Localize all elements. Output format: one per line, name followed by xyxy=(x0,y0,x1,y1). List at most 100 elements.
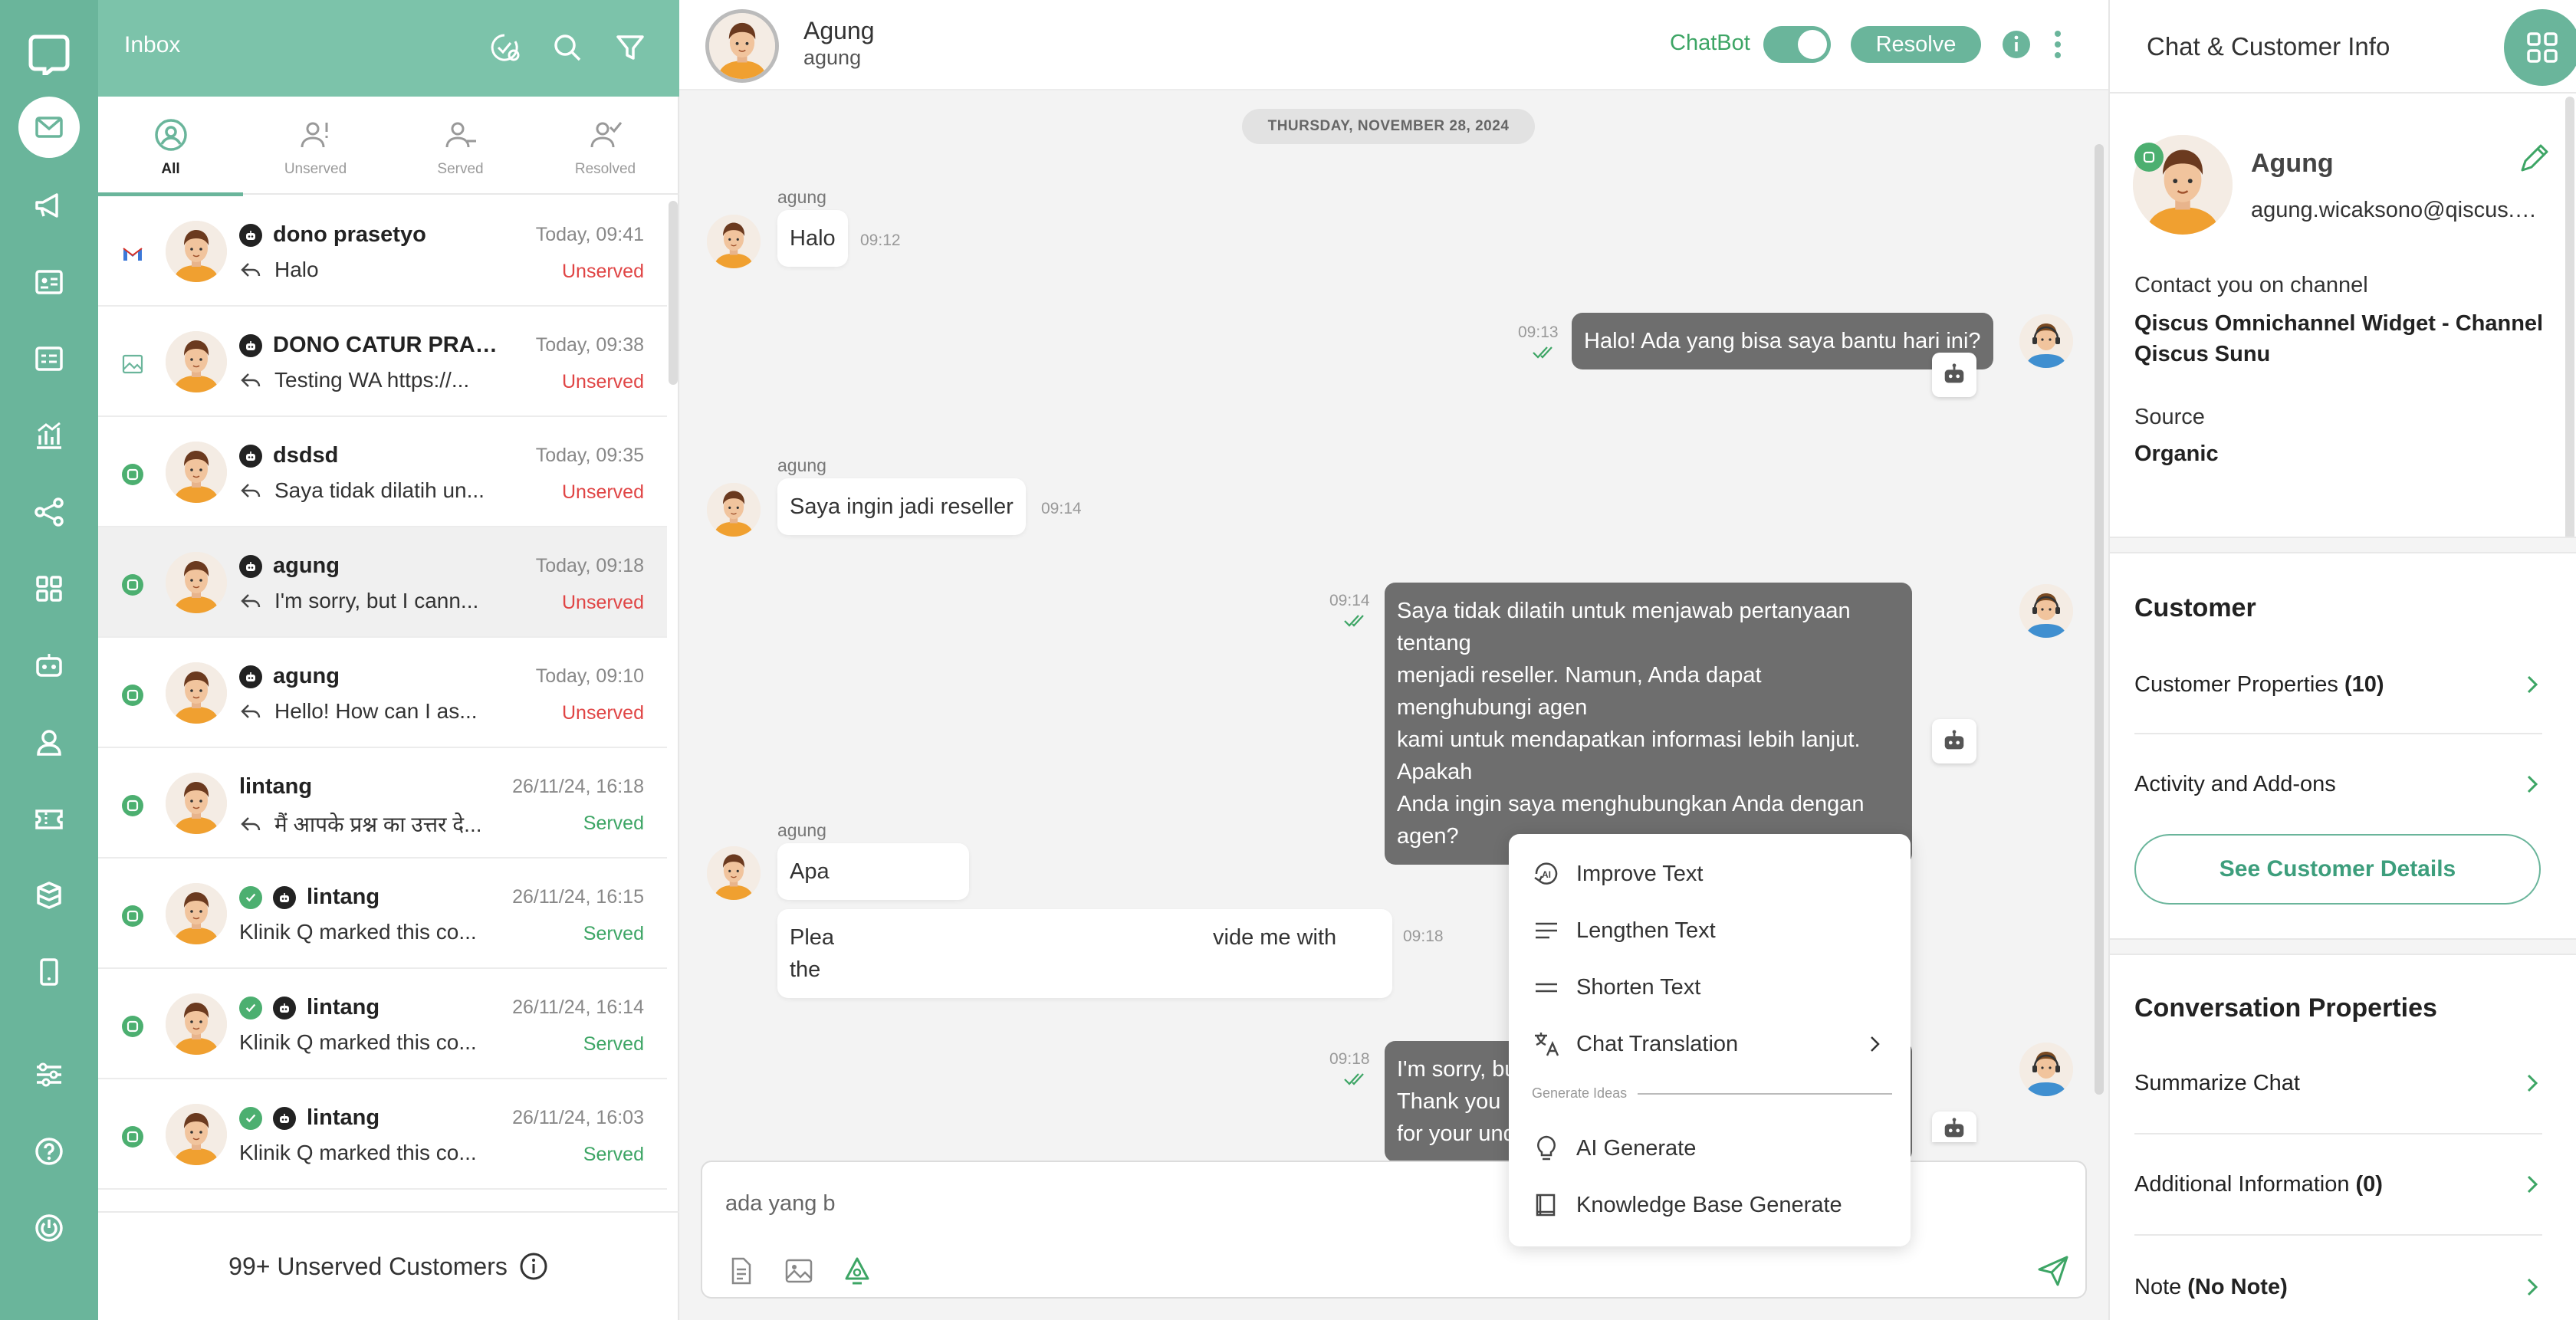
attach-document-icon[interactable] xyxy=(725,1256,756,1286)
chevron-right-icon xyxy=(1871,1036,1880,1052)
conversation-item[interactable]: lintang 26/11/24, 16:03 Klinik Q marked th… xyxy=(98,1079,667,1190)
app-logo-icon[interactable] xyxy=(28,32,71,75)
incoming-message[interactable]: Halo xyxy=(777,210,848,267)
more-options-icon[interactable] xyxy=(2052,28,2064,61)
resolve-button[interactable]: Resolve xyxy=(1851,26,1981,63)
nav-chatbot-icon[interactable] xyxy=(18,635,80,696)
note-value: (No Note) xyxy=(2187,1274,2288,1299)
inbox-title: Inbox xyxy=(124,32,181,57)
bot-icon xyxy=(1944,730,1964,750)
conversation-item[interactable]: lintang 26/11/24, 16:15 Klinik Q marked th… xyxy=(98,859,667,969)
nav-integration-icon[interactable] xyxy=(18,481,80,543)
nav-contacts-icon[interactable] xyxy=(18,251,80,313)
send-icon[interactable] xyxy=(2036,1254,2070,1288)
customer-properties-row[interactable]: Customer Properties (10) xyxy=(2134,658,2542,711)
info-icon[interactable] xyxy=(2001,29,2032,60)
edit-pencil-icon[interactable] xyxy=(2516,143,2550,176)
conversation-list: dono prasetyo Today, 09:41 Halo Unserved DON… xyxy=(98,196,667,1208)
info-scrollbar[interactable] xyxy=(2565,97,2574,549)
activity-addons-row[interactable]: Activity and Add-ons xyxy=(2134,757,2542,811)
outgoing-message[interactable]: Saya tidak dilatih untuk menjawab pertan… xyxy=(1385,583,1912,865)
resolved-check-icon xyxy=(239,996,262,1020)
nav-ticket-icon[interactable] xyxy=(18,788,80,849)
person-avatar-icon xyxy=(166,773,227,834)
menu-ai-generate[interactable]: AI Generate xyxy=(1532,1125,1892,1171)
conversation-name: lintang xyxy=(307,1105,380,1130)
conversation-time: Today, 09:35 xyxy=(535,445,644,466)
nav-mobile-icon[interactable] xyxy=(18,941,80,1003)
nav-agent-icon[interactable] xyxy=(18,711,80,773)
note-row[interactable]: Note (No Note) xyxy=(2134,1260,2542,1314)
read-ticks-icon xyxy=(1533,346,1552,359)
nav-settings-icon[interactable] xyxy=(18,1044,80,1105)
contact-avatar[interactable] xyxy=(705,9,779,83)
chevron-right-icon xyxy=(2527,675,2538,694)
menu-lengthen-text[interactable]: Lengthen Text xyxy=(1532,908,1892,954)
conversation-preview: Testing WA https://... xyxy=(274,368,470,392)
attach-image-icon[interactable] xyxy=(784,1256,814,1286)
info-icon[interactable] xyxy=(518,1251,549,1282)
channel-icon xyxy=(121,684,144,707)
conversation-item[interactable]: dsdsd Today, 09:35 Saya tidak dilatih un..… xyxy=(98,417,667,527)
sender-name: agung xyxy=(777,187,826,207)
message-input[interactable]: ada yang b xyxy=(725,1191,836,1217)
channel-icon xyxy=(121,242,144,265)
additional-information-row[interactable]: Additional Information (0) xyxy=(2134,1157,2542,1211)
nav-megaphone-icon[interactable] xyxy=(18,175,80,236)
row-divider xyxy=(2134,733,2542,734)
qiscus-channel-icon xyxy=(122,795,143,816)
reply-arrow-icon xyxy=(241,263,261,277)
section-divider xyxy=(2110,537,2576,553)
customer-avatar xyxy=(707,215,761,268)
menu-knowledge-base-generate[interactable]: Knowledge Base Generate xyxy=(1532,1182,1892,1228)
nav-help-icon[interactable] xyxy=(18,1121,80,1182)
conversation-name: dsdsd xyxy=(273,443,339,468)
menu-knowledge-base-generate-label: Knowledge Base Generate xyxy=(1576,1192,1842,1217)
conversation-item[interactable]: lintang 26/11/24, 16:14 Klinik Q marked th… xyxy=(98,969,667,1079)
conversation-name: dono prasetyo xyxy=(273,222,426,247)
person-avatar-icon xyxy=(166,552,227,613)
chat-status-icon[interactable] xyxy=(485,28,524,67)
menu-chat-translation[interactable]: Chat Translation xyxy=(1532,1021,1892,1067)
channel-icon xyxy=(121,463,144,486)
menu-improve-text[interactable]: AI Improve Text xyxy=(1532,851,1892,897)
tab-served[interactable]: Served xyxy=(388,97,533,195)
conversation-time: Today, 09:10 xyxy=(535,665,644,687)
qiscus-channel-icon xyxy=(122,574,143,596)
nav-forms-icon[interactable] xyxy=(18,328,80,389)
see-customer-details-button[interactable]: See Customer Details xyxy=(2134,834,2541,905)
incoming-message[interactable]: Saya ingin jadi reseller xyxy=(777,478,1026,535)
conversation-item[interactable]: DONO CATUR PRAS... Today, 09:38 Testing WA… xyxy=(98,307,667,417)
nav-apps-icon[interactable] xyxy=(18,558,80,619)
nav-storage-icon[interactable] xyxy=(18,865,80,926)
summarize-chat-row[interactable]: Summarize Chat xyxy=(2134,1056,2542,1110)
conversation-item[interactable]: agung Today, 09:18 I'm sorry, but I cann..… xyxy=(98,527,667,638)
unserved-customers-footer[interactable]: 99+ Unserved Customers xyxy=(98,1211,679,1320)
customer-info-header: Chat & Customer Info xyxy=(2110,0,2576,94)
conversation-item[interactable]: lintang 26/11/24, 16:18 मैं आपके प्रश्न का… xyxy=(98,748,667,859)
source-value: Organic xyxy=(2134,442,2219,466)
bot-icon xyxy=(1944,363,1964,383)
tab-all[interactable]: All xyxy=(98,97,243,196)
nav-inbox-icon[interactable] xyxy=(18,97,80,158)
incoming-message[interactable]: Plea vide me with the xyxy=(777,909,1392,998)
search-icon[interactable] xyxy=(547,28,587,67)
chat-scrollbar[interactable] xyxy=(2095,144,2104,1095)
menu-shorten-text[interactable]: Shorten Text xyxy=(1532,964,1892,1010)
conversation-item[interactable]: agung Today, 09:10 Hello! How can I as... U… xyxy=(98,638,667,748)
ai-assistant-icon[interactable] xyxy=(842,1256,872,1286)
resolved-check-icon xyxy=(239,1106,262,1130)
chatbot-toggle[interactable] xyxy=(1763,26,1831,63)
tab-unserved[interactable]: Unserved xyxy=(243,97,388,195)
inbox-scrollbar[interactable] xyxy=(669,201,678,385)
filter-icon[interactable] xyxy=(610,28,650,67)
tab-resolved[interactable]: Resolved xyxy=(533,97,678,195)
nav-power-icon[interactable] xyxy=(18,1197,80,1259)
bot-badge-icon xyxy=(239,554,262,578)
qiscus-channel-icon xyxy=(122,1126,143,1148)
apps-grid-button[interactable] xyxy=(2504,9,2576,86)
incoming-message[interactable]: Apa xyxy=(777,843,969,900)
conversation-item[interactable]: dono prasetyo Today, 09:41 Halo Unserved xyxy=(98,196,667,307)
nav-analytics-icon[interactable] xyxy=(18,405,80,466)
outgoing-message[interactable]: Halo! Ada yang bisa saya bantu hari ini? xyxy=(1572,313,1993,369)
